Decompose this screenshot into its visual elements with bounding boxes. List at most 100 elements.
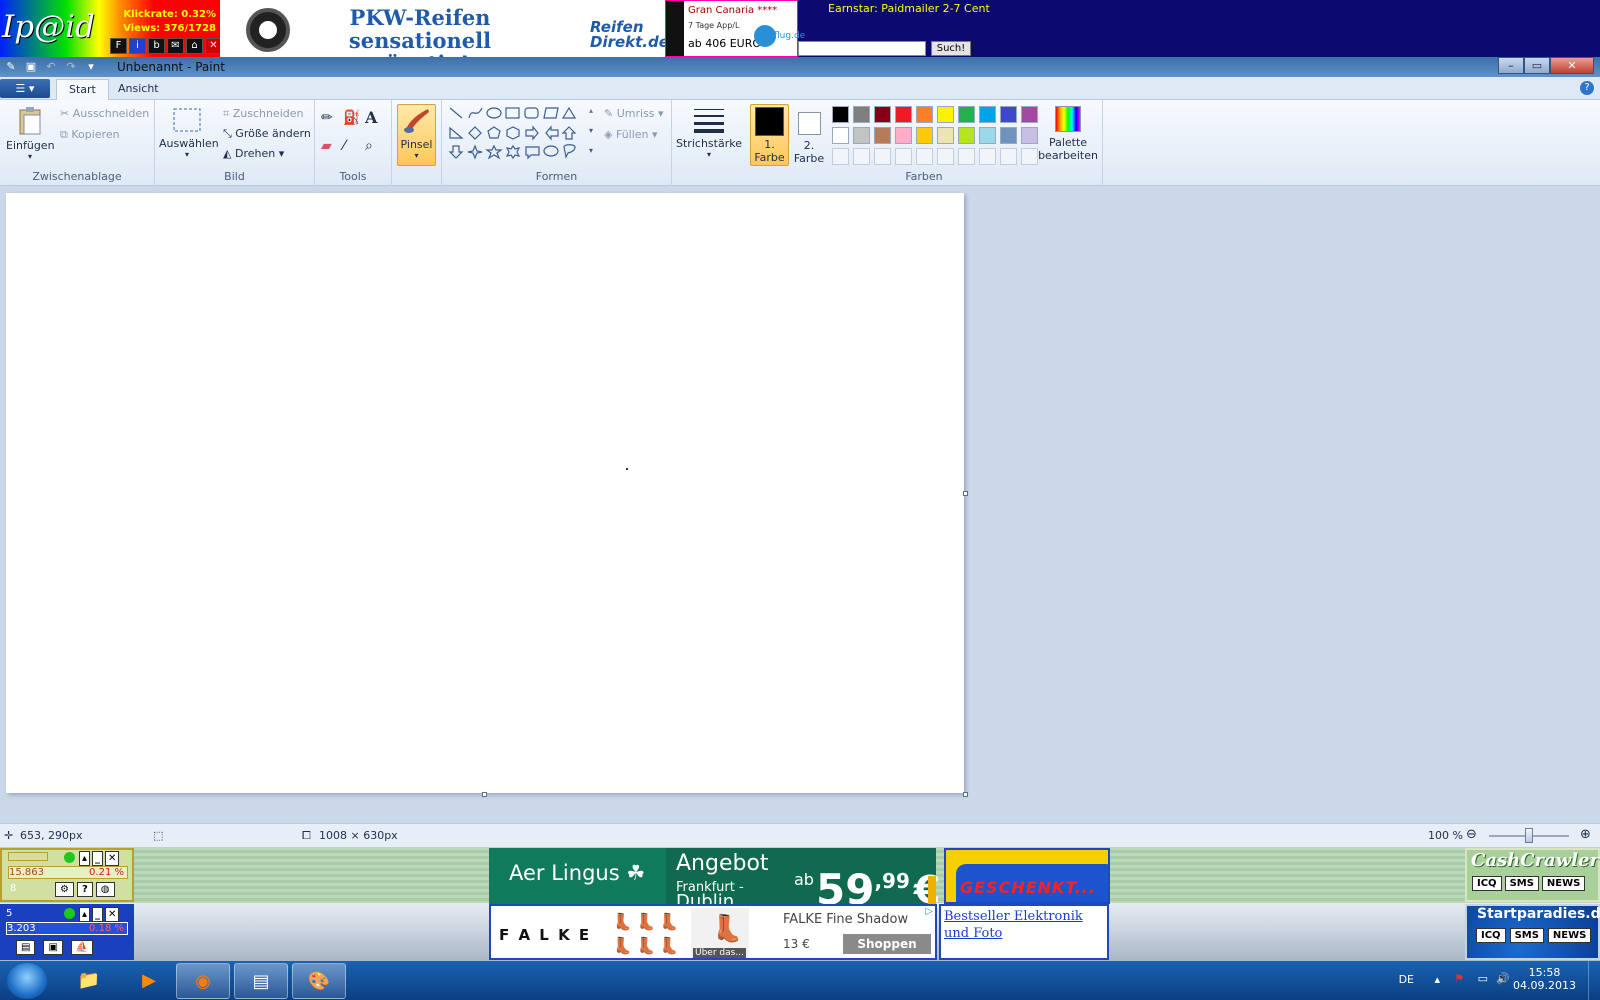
resize-handle-right[interactable] xyxy=(963,491,968,496)
cash-sms-button[interactable]: SMS xyxy=(1504,876,1539,891)
cashcrawler-ad[interactable]: CashCrawler ICQ SMS NEWS xyxy=(1465,848,1600,902)
window-title-bar[interactable]: ✎ ▣ ↶ ↷ ▾ Unbenannt - Paint – ▭ ✕ xyxy=(0,57,1600,77)
document-taskbar-icon[interactable]: ▤ xyxy=(234,963,288,999)
ipaid-bag-icon[interactable]: b xyxy=(148,38,165,54)
start-sms-button[interactable]: SMS xyxy=(1509,928,1544,943)
crop-button[interactable]: ⌗ Zuschneiden xyxy=(223,107,303,121)
help-icon[interactable]: ? xyxy=(1580,81,1594,95)
palette-swatch[interactable] xyxy=(874,106,891,123)
zoom-in-icon[interactable]: ⊕ xyxy=(1580,827,1591,842)
volume-icon[interactable]: 🔊 xyxy=(1496,972,1510,985)
maximize-button[interactable]: ▭ xyxy=(1524,57,1550,74)
customize-toolbar-icon[interactable]: ▾ xyxy=(84,60,98,74)
ad-search-button[interactable]: Such! xyxy=(931,41,971,56)
resize-button[interactable]: ⤡ Größe ändern xyxy=(223,127,311,141)
widget1-help-icon[interactable]: ? xyxy=(76,882,93,897)
flug-ad-banner[interactable]: Gran Canaria **** 7 Tage App/L ab 406 EU… xyxy=(665,0,805,57)
palette-swatch[interactable] xyxy=(937,106,954,123)
widget2-tv-icon[interactable]: ▣ xyxy=(43,940,63,955)
outline-button[interactable]: ✎ Umriss ▾ xyxy=(604,107,664,120)
firefox-taskbar-icon[interactable]: ◉ xyxy=(176,963,230,999)
eraser-icon[interactable]: ▰ xyxy=(321,138,332,154)
network-icon[interactable]: ▭ xyxy=(1478,972,1488,985)
palette-swatch[interactable] xyxy=(1000,127,1017,144)
edit-colors-button[interactable]: Palette bearbeiten xyxy=(1038,106,1098,162)
paste-button[interactable]: Einfügen ▾ xyxy=(6,106,55,161)
palette-swatch[interactable] xyxy=(1021,127,1038,144)
ipaid-mail-icon[interactable]: ✉ xyxy=(167,38,184,54)
zoom-slider-thumb[interactable] xyxy=(1525,828,1533,843)
resize-handle-corner[interactable] xyxy=(963,792,968,797)
text-tool-icon[interactable]: A xyxy=(365,108,377,127)
size-button[interactable]: Strichstärke ▾ xyxy=(676,106,742,159)
start-icq-button[interactable]: ICQ xyxy=(1476,928,1506,943)
reifen-ad-banner[interactable]: PKW-Reifen sensationell günstig! Reifen … xyxy=(220,0,669,75)
widget1-gear-icon[interactable]: ⚙ xyxy=(55,882,74,897)
drawing-canvas[interactable] xyxy=(6,193,964,793)
palette-empty-slot[interactable] xyxy=(874,148,891,165)
color-picker-icon[interactable]: ⁄ xyxy=(343,138,345,154)
clock[interactable]: 15:58 04.09.2013 xyxy=(1513,966,1576,992)
palette-swatch[interactable] xyxy=(916,127,933,144)
color2-button[interactable]: 2. Farbe xyxy=(792,104,826,165)
widget2-close-icon[interactable]: ✕ xyxy=(105,907,120,922)
palette-swatch[interactable] xyxy=(1021,106,1038,123)
palette-empty-slot[interactable] xyxy=(832,148,849,165)
palette-empty-slot[interactable] xyxy=(895,148,912,165)
palette-swatch[interactable] xyxy=(1000,106,1017,123)
widget2-ship-icon[interactable]: ⛵ xyxy=(70,940,94,955)
widget2-box-icon[interactable]: ▤ xyxy=(16,940,36,955)
cut-button[interactable]: ✂ Ausschneiden xyxy=(60,107,149,120)
palette-swatch[interactable] xyxy=(916,106,933,123)
ipaid-f-icon[interactable]: F xyxy=(110,38,127,54)
show-hidden-icons[interactable]: ▴ xyxy=(1434,973,1440,986)
palette-swatch[interactable] xyxy=(895,127,912,144)
start-news-button[interactable]: NEWS xyxy=(1547,928,1592,943)
save-icon[interactable]: ▣ xyxy=(24,60,38,74)
palette-empty-slot[interactable] xyxy=(1021,148,1038,165)
widget2-up-icon[interactable]: ▴ xyxy=(79,907,91,922)
earnstar-link[interactable]: Earnstar: Paidmailer 2-7 Cent xyxy=(828,2,990,15)
startparadies-ad[interactable]: Startparadies.de ICQ SMS NEWS xyxy=(1465,904,1600,960)
palette-swatch[interactable] xyxy=(832,106,849,123)
explorer-taskbar-icon[interactable]: 📁 xyxy=(62,963,116,999)
copy-button[interactable]: ⧉ Kopieren xyxy=(60,128,120,142)
rotate-button[interactable]: ◭ Drehen ▾ xyxy=(223,147,284,160)
geschenkt-ad[interactable]: GESCHENKT... xyxy=(944,848,1110,904)
bestseller-ad[interactable]: Bestseller Elektronik und Foto xyxy=(939,904,1109,960)
angebot-ad[interactable]: Angebot Frankfurt - Dublin ab 59 ,99 € xyxy=(666,848,940,904)
widget1-up-icon[interactable]: ▴ xyxy=(79,851,91,866)
redo-icon[interactable]: ↷ xyxy=(64,60,78,74)
shapes-expand-icon[interactable]: ▾ xyxy=(589,146,593,155)
palette-empty-slot[interactable] xyxy=(937,148,954,165)
language-indicator[interactable]: DE xyxy=(1399,973,1414,986)
palette-empty-slot[interactable] xyxy=(958,148,975,165)
start-button[interactable] xyxy=(7,963,47,999)
palette-swatch[interactable] xyxy=(832,127,849,144)
show-desktop-button[interactable] xyxy=(1588,961,1600,1000)
close-button[interactable]: ✕ xyxy=(1550,57,1594,74)
palette-empty-slot[interactable] xyxy=(853,148,870,165)
shapes-gallery[interactable] xyxy=(448,106,588,164)
widget1-globe-icon[interactable]: ◍ xyxy=(95,882,115,897)
ad-search-input[interactable] xyxy=(798,41,926,56)
fill-button[interactable]: ◈ Füllen ▾ xyxy=(604,128,658,141)
resize-handle-bottom[interactable] xyxy=(482,792,487,797)
palette-swatch[interactable] xyxy=(979,127,996,144)
palette-empty-slot[interactable] xyxy=(916,148,933,165)
palette-swatch[interactable] xyxy=(853,127,870,144)
tab-start[interactable]: Start xyxy=(56,79,109,100)
tab-ansicht[interactable]: Ansicht xyxy=(106,79,171,100)
color1-button[interactable]: 1. Farbe xyxy=(750,104,789,166)
ipaid-home-icon[interactable]: ⌂ xyxy=(186,38,203,54)
cash-news-button[interactable]: NEWS xyxy=(1541,876,1586,891)
palette-swatch[interactable] xyxy=(958,127,975,144)
paint-menu-button[interactable]: ☰ ▾ xyxy=(0,79,50,98)
paidmail-widget-1[interactable]: ▴ _ ✕ 15.863 0.21 % 8 ⚙ ? ◍ xyxy=(0,848,134,902)
fill-bucket-icon[interactable]: ⛽ xyxy=(343,110,360,126)
media-player-taskbar-icon[interactable]: ▶ xyxy=(122,963,176,999)
palette-empty-slot[interactable] xyxy=(979,148,996,165)
ipaid-info-icon[interactable]: i xyxy=(129,38,146,54)
palette-swatch[interactable] xyxy=(937,127,954,144)
minimize-button[interactable]: – xyxy=(1498,57,1524,74)
